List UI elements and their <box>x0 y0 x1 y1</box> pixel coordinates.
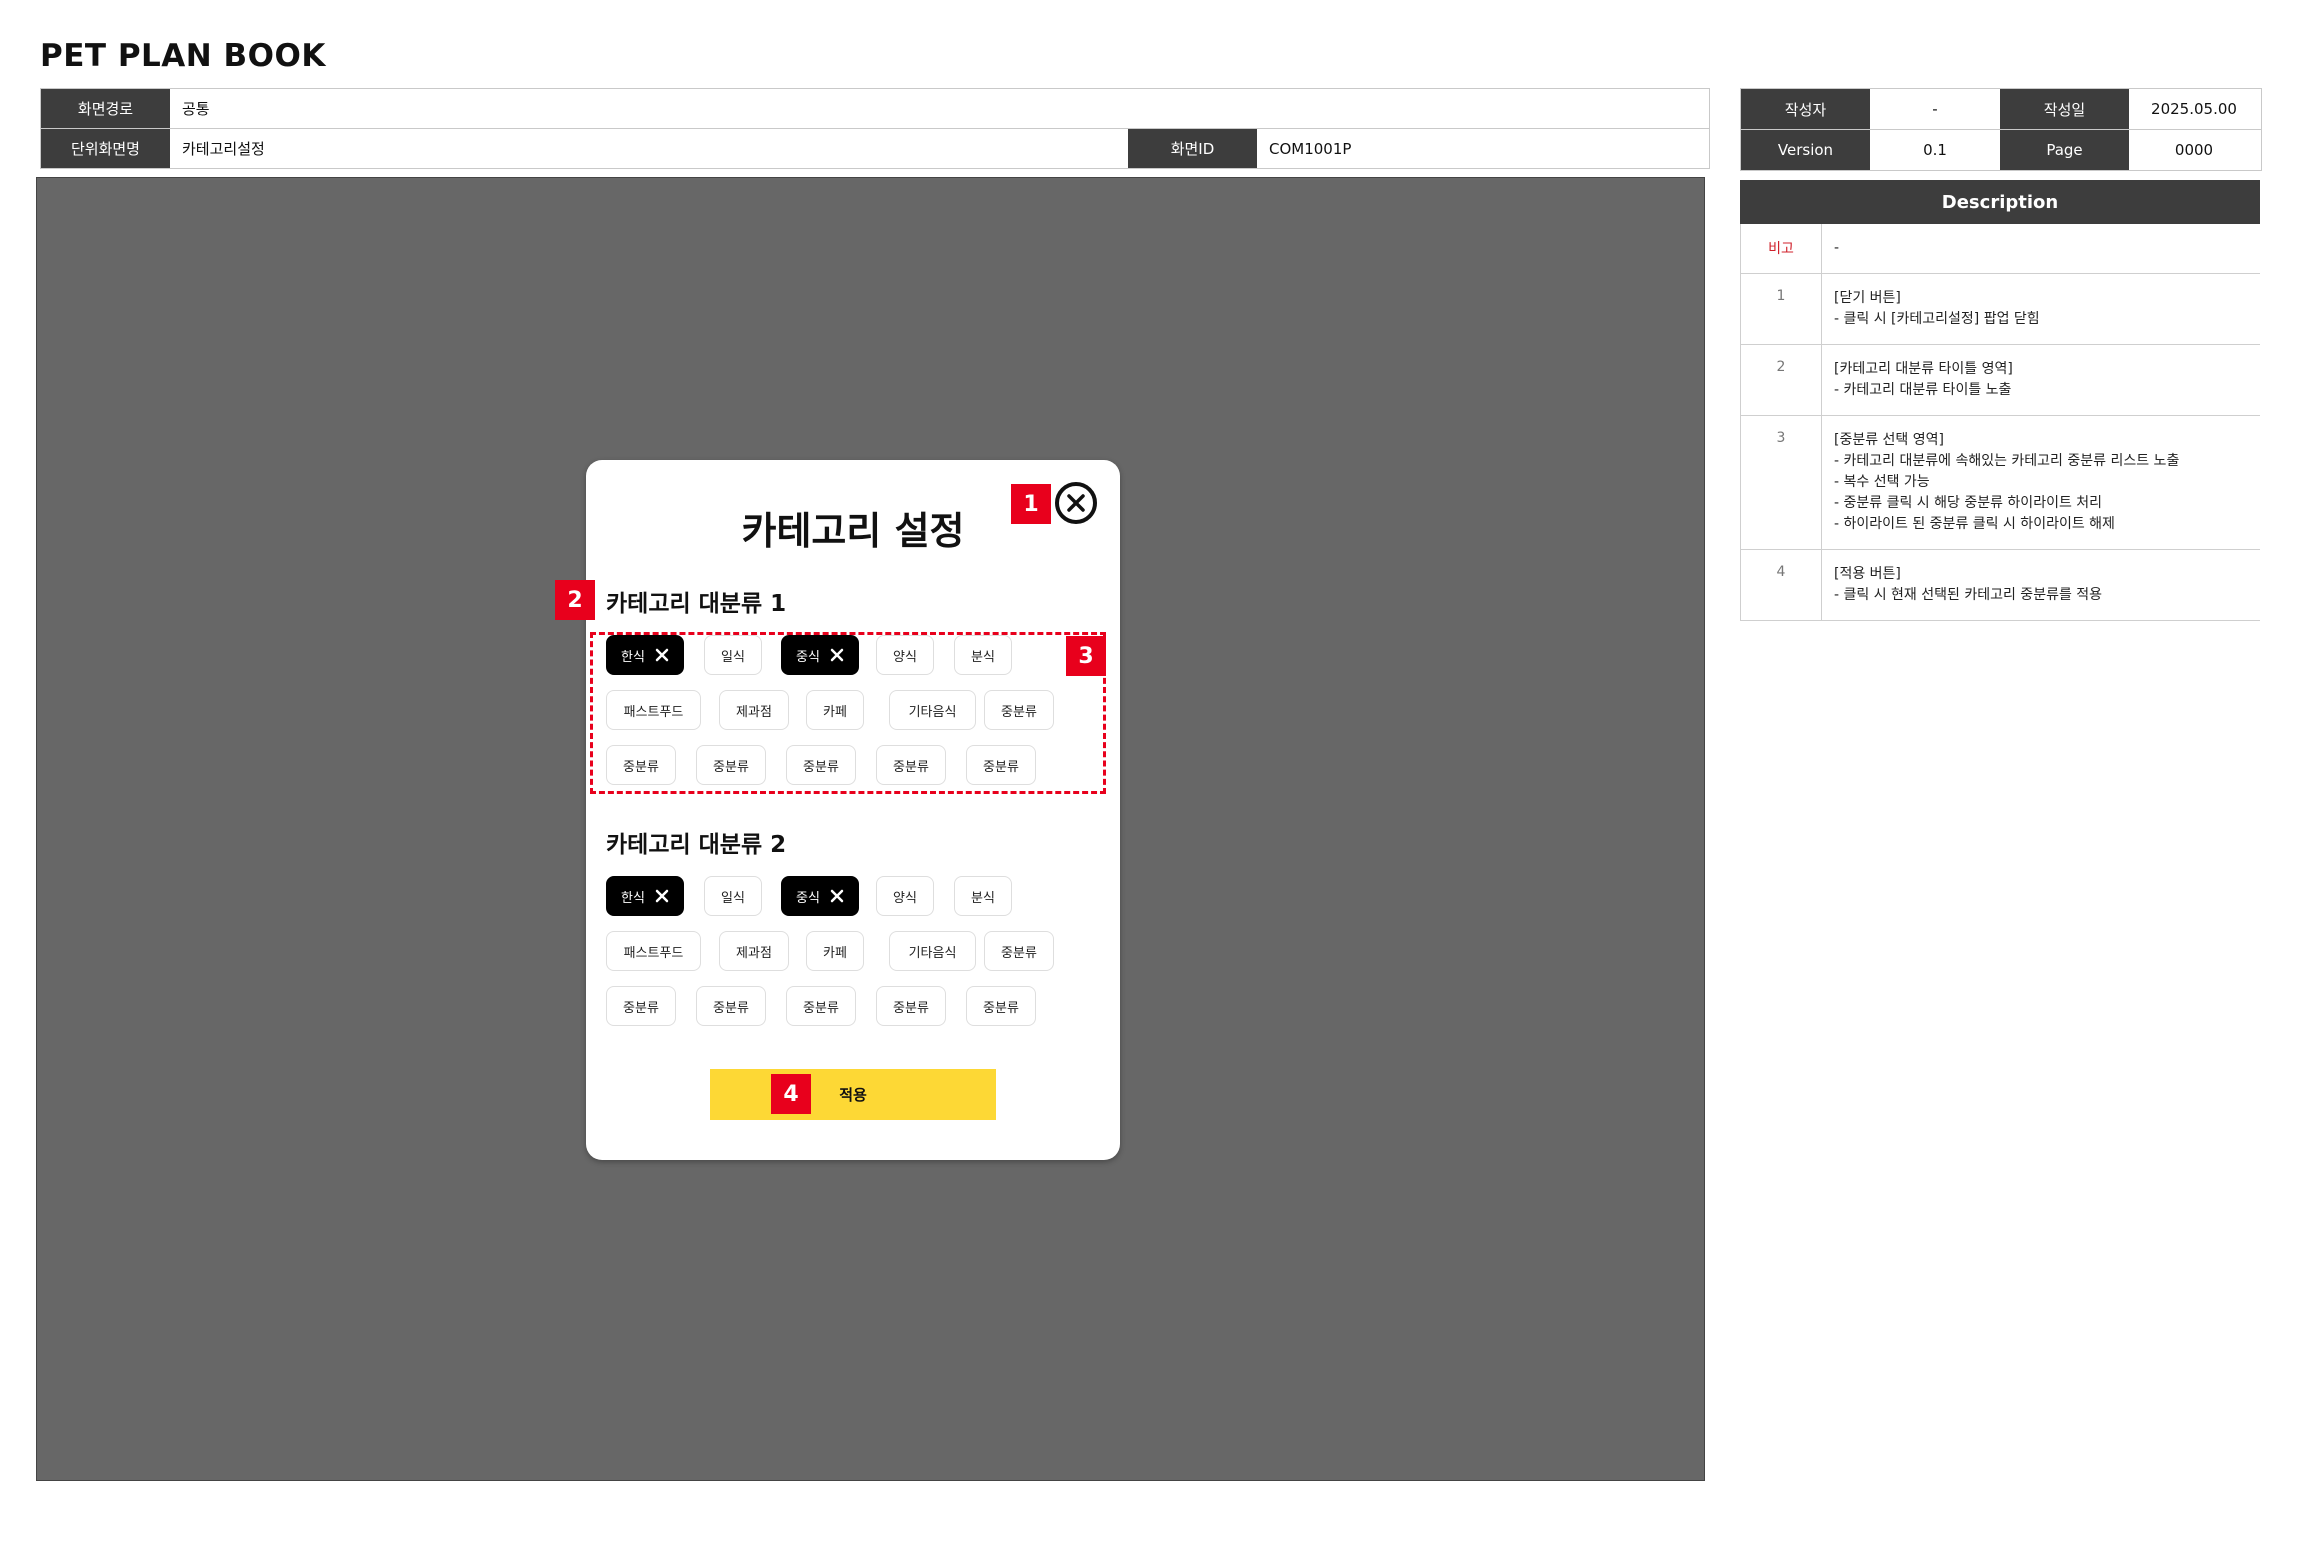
description-num: 비고 <box>1741 224 1822 273</box>
chip-label: 기타음식 <box>908 945 957 961</box>
deselect-icon[interactable] <box>830 889 844 903</box>
description-line: - 카테고리 대분류 타이틀 노출 <box>1834 382 2012 398</box>
version-label: Version <box>1741 130 1870 170</box>
description-panel: Description 비고 -1 [닫기 버튼] - 클릭 시 [카테고리설정] 팝… <box>1740 180 2260 621</box>
chip-label: 패스트푸드 <box>623 945 684 961</box>
chip-label: 중분류 <box>1001 945 1037 961</box>
author-label: 작성자 <box>1741 89 1870 129</box>
category-chip[interactable]: 중식 <box>781 876 859 916</box>
screen-id-value: COM1001P <box>1269 139 1352 158</box>
close-button[interactable] <box>1055 482 1097 524</box>
chip-label: 양식 <box>893 890 917 906</box>
chip-label: 일식 <box>721 890 745 906</box>
description-row: 2 [카테고리 대분류 타이틀 영역] - 카테고리 대분류 타이틀 노출 <box>1740 345 2260 416</box>
category-chip[interactable]: 중분류 <box>696 986 766 1026</box>
description-line: [카테고리 대분류 타이틀 영역] <box>1834 361 2013 377</box>
description-row: 1 [닫기 버튼] - 클릭 시 [카테고리설정] 팝업 닫힘 <box>1740 274 2260 345</box>
description-text: [닫기 버튼] - 클릭 시 [카테고리설정] 팝업 닫힘 <box>1822 274 2052 344</box>
description-row: 4 [적용 버튼] - 클릭 시 현재 선택된 카테고리 중분류를 적용 <box>1740 550 2260 621</box>
chip-label: 제과점 <box>736 945 772 961</box>
description-title: Description <box>1740 180 2260 224</box>
date-label: 작성일 <box>2000 89 2129 129</box>
category-chip[interactable]: 중분류 <box>984 931 1054 971</box>
category-chip[interactable]: 중분류 <box>966 986 1036 1026</box>
close-icon <box>1067 494 1085 512</box>
category-chip[interactable]: 중분류 <box>786 986 856 1026</box>
page-label: Page <box>2000 130 2129 170</box>
category-settings-modal: 카테고리 설정 카테고리 대분류 1 한식 일식 중식 양식 분식 패스트푸드 제과점 카페 기… <box>586 460 1120 1160</box>
category-chip[interactable]: 중분류 <box>876 986 946 1026</box>
description-num: 4 <box>1741 550 1822 620</box>
category-chip[interactable]: 기타음식 <box>889 931 976 971</box>
description-num: 3 <box>1741 416 1822 549</box>
path-value: 공통 <box>182 100 210 118</box>
screen-name-value: 카테고리설정 <box>182 140 265 158</box>
section-title-1: 카테고리 대분류 1 <box>606 591 787 617</box>
description-line: - 클릭 시 [카테고리설정] 팝업 닫힘 <box>1834 311 2040 327</box>
deselect-icon[interactable] <box>655 889 669 903</box>
description-text: [카테고리 대분류 타이틀 영역] - 카테고리 대분류 타이틀 노출 <box>1822 345 2025 415</box>
chip-label: 중분류 <box>803 1000 839 1016</box>
category-chip[interactable]: 제과점 <box>719 931 789 971</box>
chip-label: 한식 <box>621 890 645 906</box>
category-chip[interactable]: 중분류 <box>606 986 676 1026</box>
description-line: - 클릭 시 현재 선택된 카테고리 중분류를 적용 <box>1834 587 2103 603</box>
description-row: 3 [중분류 선택 영역] - 카테고리 대분류에 속해있는 카테고리 중분류 리스… <box>1740 416 2260 550</box>
description-line: - 하이라이트 된 중분류 클릭 시 하이라이트 해제 <box>1834 516 2115 532</box>
chip-label: 중분류 <box>713 1000 749 1016</box>
description-line: - 카테고리 대분류에 속해있는 카테고리 중분류 리스트 노출 <box>1834 453 2180 469</box>
marker-1: 1 <box>1011 484 1051 524</box>
selection-area-outline <box>590 632 1106 794</box>
screen-info-table: 화면경로 공통 단위화면명 카테고리설정 화면ID COM1001P <box>40 88 1710 169</box>
path-label: 화면경로 <box>41 89 170 128</box>
apply-button[interactable]: 적용 <box>710 1069 996 1120</box>
description-text: [중분류 선택 영역] - 카테고리 대분류에 속해있는 카테고리 중분류 리스트… <box>1822 416 2191 549</box>
marker-2: 2 <box>555 580 595 620</box>
page-value: 0000 <box>2174 141 2214 159</box>
doc-title: PET PLAN BOOK <box>40 38 326 74</box>
category-chip[interactable]: 패스트푸드 <box>606 931 701 971</box>
marker-3: 3 <box>1066 636 1106 676</box>
author-value: - <box>1932 100 1938 118</box>
description-text: - <box>1822 224 1851 273</box>
date-value: 2025.05.00 <box>2151 100 2237 118</box>
description-row: 비고 - <box>1740 224 2260 274</box>
marker-4: 4 <box>771 1074 811 1114</box>
description-text: [적용 버튼] - 클릭 시 현재 선택된 카테고리 중분류를 적용 <box>1822 550 2114 620</box>
meta-table: 작성자 - 작성일 2025.05.00 Version 0.1 Page 00… <box>1740 88 2262 171</box>
description-line: - 중분류 클릭 시 해당 중분류 하이라이트 처리 <box>1834 495 2103 511</box>
chip-label: 중분류 <box>893 1000 929 1016</box>
category-chip[interactable]: 일식 <box>704 876 762 916</box>
screen-id-label: 화면ID <box>1128 129 1257 168</box>
section-title-2: 카테고리 대분류 2 <box>606 832 787 858</box>
chip-label: 중분류 <box>623 1000 659 1016</box>
description-num: 1 <box>1741 274 1822 344</box>
screen-name-label: 단위화면명 <box>41 129 170 168</box>
version-value: 0.1 <box>1923 141 1947 159</box>
category-chip[interactable]: 한식 <box>606 876 684 916</box>
description-line: [중분류 선택 영역] <box>1834 432 1944 448</box>
description-line: [적용 버튼] <box>1834 566 1901 582</box>
chip-label: 중식 <box>796 890 820 906</box>
category-chip[interactable]: 분식 <box>954 876 1012 916</box>
description-num: 2 <box>1741 345 1822 415</box>
chip-label: 분식 <box>971 890 995 906</box>
category-chip[interactable]: 카페 <box>806 931 864 971</box>
category-chip[interactable]: 양식 <box>876 876 934 916</box>
chip-label: 카페 <box>823 945 847 961</box>
description-line: - <box>1834 240 1840 256</box>
description-line: - 복수 선택 가능 <box>1834 474 1930 490</box>
chip-label: 중분류 <box>983 1000 1019 1016</box>
description-line: [닫기 버튼] <box>1834 290 1901 306</box>
